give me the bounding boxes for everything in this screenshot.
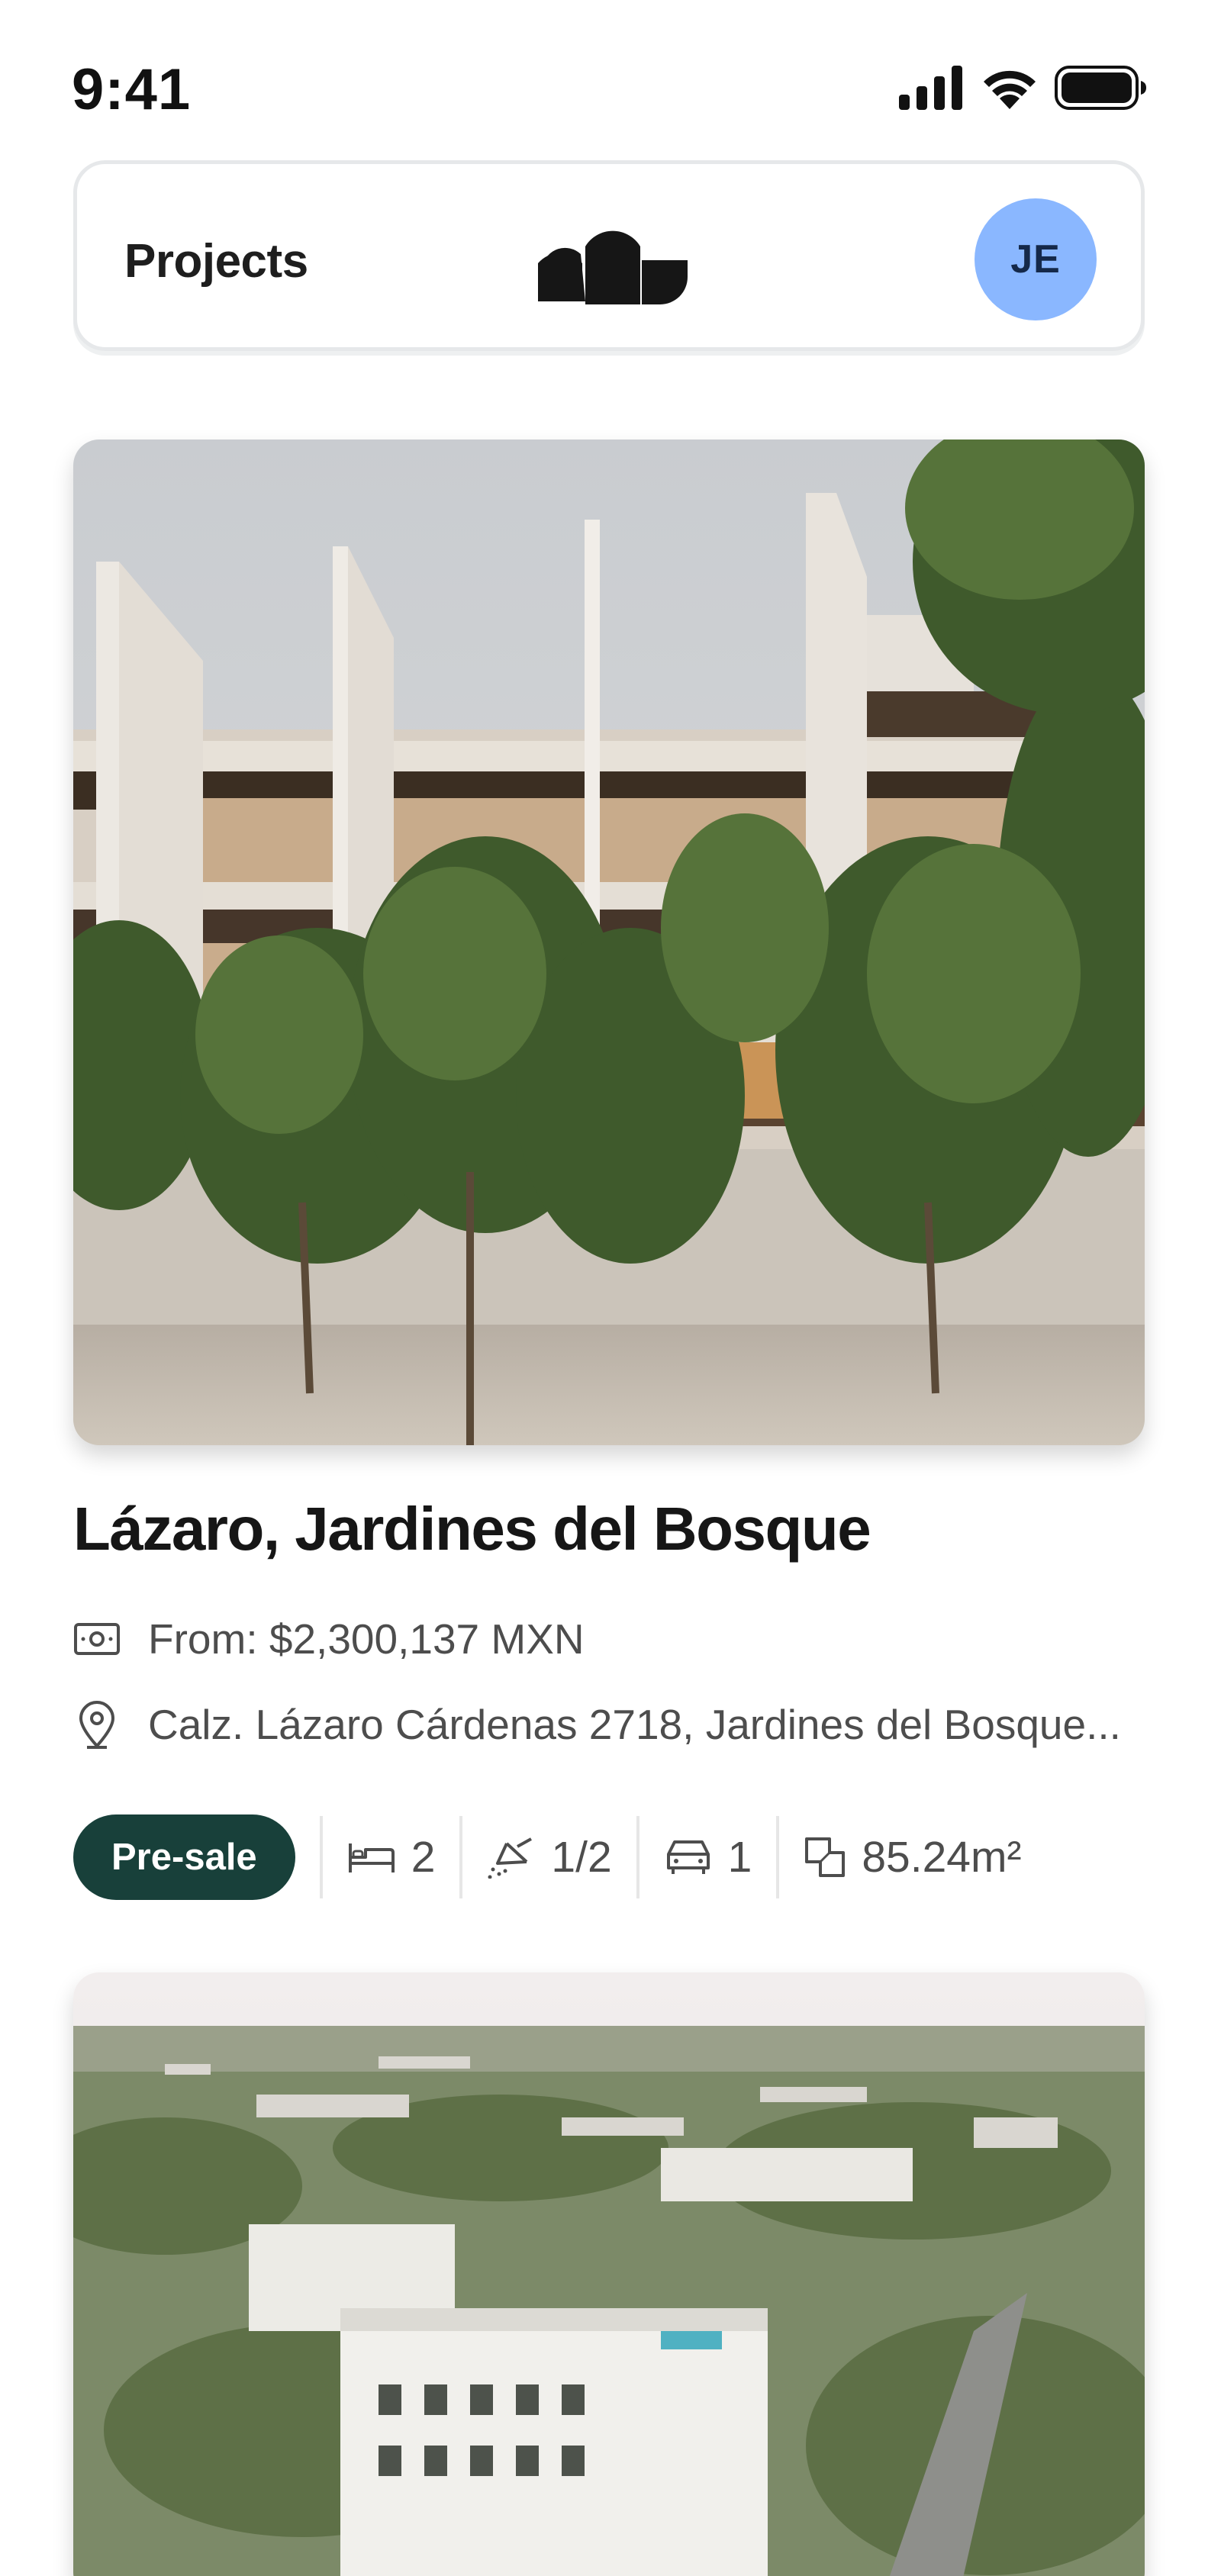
car-icon <box>666 1840 710 1874</box>
project-photo-image <box>73 440 1145 1445</box>
money-icon <box>74 1623 120 1655</box>
page-title: Projects <box>124 235 308 288</box>
spec-area: 85.24m² <box>804 1832 1021 1882</box>
signal-icon <box>899 66 962 110</box>
area-value: 85.24m² <box>862 1833 1022 1882</box>
project-photo[interactable] <box>73 440 1145 1445</box>
project-photo[interactable] <box>73 1972 1145 2576</box>
address-row: Calz. Lázaro Cárdenas 2718, Jardines del… <box>73 1700 1121 1749</box>
battery-icon <box>1055 66 1146 110</box>
parking-value: 1 <box>727 1833 752 1882</box>
price-row: From: $2,300,137 MXN <box>73 1615 585 1663</box>
shower-icon <box>488 1837 533 1879</box>
user-avatar[interactable]: JE <box>975 198 1097 320</box>
bedrooms-value: 2 <box>411 1833 436 1882</box>
status-icons <box>899 66 1148 110</box>
wifi-icon <box>984 70 1036 109</box>
spec-parking: 1 <box>664 1832 752 1882</box>
project-address: Calz. Lázaro Cárdenas 2718, Jardines del… <box>148 1701 1121 1748</box>
location-pin-icon <box>79 1701 115 1749</box>
project-title[interactable]: Lázaro, Jardines del Bosque <box>73 1494 871 1564</box>
app-header: Projects JE <box>73 160 1145 351</box>
project-photo-image <box>73 1972 1145 2576</box>
spec-bedrooms: 2 <box>347 1832 436 1882</box>
project-price: From: $2,300,137 MXN <box>148 1615 585 1663</box>
bed-icon <box>348 1843 395 1872</box>
divider <box>459 1816 463 1898</box>
status-badge: Pre-sale <box>73 1814 295 1900</box>
status-time: 9:41 <box>72 57 192 122</box>
status-bar: 9:41 <box>0 0 1221 153</box>
logo-icon <box>538 230 688 304</box>
project-specs: Pre-sale 2 1/2 1 85.24m² <box>73 1814 1021 1900</box>
area-icon <box>805 1837 846 1877</box>
divider <box>636 1816 639 1898</box>
projects-screen: 9:41 Projects JE Lázaro, Jardines del Bo… <box>0 0 1221 2576</box>
spec-bathrooms: 1/2 <box>487 1832 612 1882</box>
divider <box>319 1816 323 1898</box>
bathrooms-value: 1/2 <box>551 1833 612 1882</box>
divider <box>776 1816 780 1898</box>
